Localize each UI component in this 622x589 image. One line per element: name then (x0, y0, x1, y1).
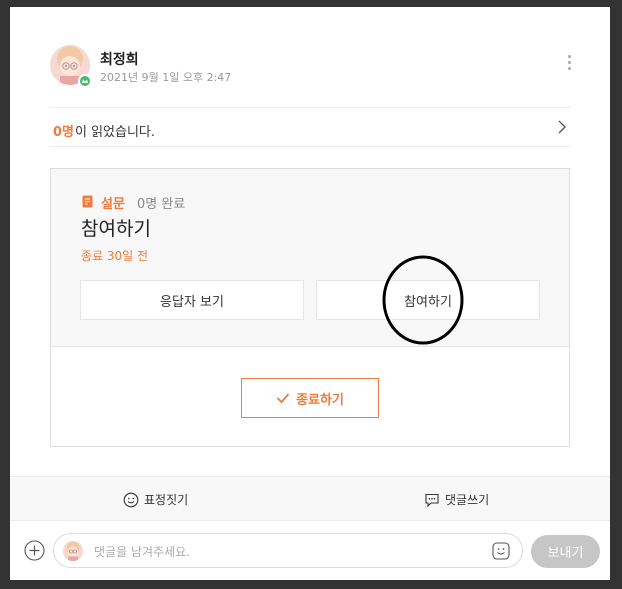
survey-label: 설문 (101, 197, 125, 212)
survey-completed-count: 0명 완료 (137, 197, 186, 212)
check-icon (276, 393, 290, 404)
survey-deadline: 종료 30일 전 (81, 249, 149, 263)
annotation-circle (382, 255, 464, 345)
online-badge (78, 74, 92, 88)
read-label: 이 읽었습니다. (75, 125, 156, 140)
comment-button[interactable]: 댓글쓰기 (424, 491, 489, 508)
comment-label: 댓글쓰기 (445, 493, 490, 507)
emoji-icon[interactable] (492, 542, 510, 560)
survey-icon (82, 195, 93, 208)
my-avatar (63, 541, 83, 561)
plus-icon[interactable] (24, 540, 45, 561)
read-status-row[interactable]: 0명 이 읽었습니다. (50, 107, 571, 147)
comment-input-box[interactable]: 댓글을 남겨주세요. (53, 533, 523, 568)
survey-header: 설문 0명 완료 참여하기 종료 30일 전 응답자 보기 참여하기 (51, 169, 569, 347)
more-icon[interactable] (566, 55, 572, 73)
survey-title: 참여하기 (81, 218, 151, 240)
post-card: 최정희 2021년 9월 1일 오후 2:47 0명 이 읽었습니다. 설문 0… (10, 7, 610, 580)
end-survey-label: 종료하기 (296, 392, 344, 408)
view-responders-button[interactable]: 응답자 보기 (80, 280, 304, 320)
reaction-bar: 표정짓기 댓글쓰기 (10, 476, 610, 521)
post-date: 2021년 9월 1일 오후 2:47 (100, 71, 232, 84)
emotion-button[interactable]: 표정짓기 (123, 491, 188, 508)
emotion-label: 표정짓기 (144, 493, 189, 507)
comment-input[interactable]: 댓글을 남겨주세요. (94, 543, 190, 560)
comment-icon (425, 493, 439, 507)
survey-box: 설문 0명 완료 참여하기 종료 30일 전 응답자 보기 참여하기 종료하기 (50, 168, 570, 447)
chevron-right-icon (558, 120, 566, 134)
read-count: 0명 (53, 125, 75, 140)
end-survey-button[interactable]: 종료하기 (241, 378, 379, 418)
author-avatar[interactable] (50, 45, 92, 88)
send-button[interactable]: 보내기 (531, 535, 600, 568)
smile-icon (123, 492, 139, 507)
author-name[interactable]: 최정희 (100, 49, 139, 69)
